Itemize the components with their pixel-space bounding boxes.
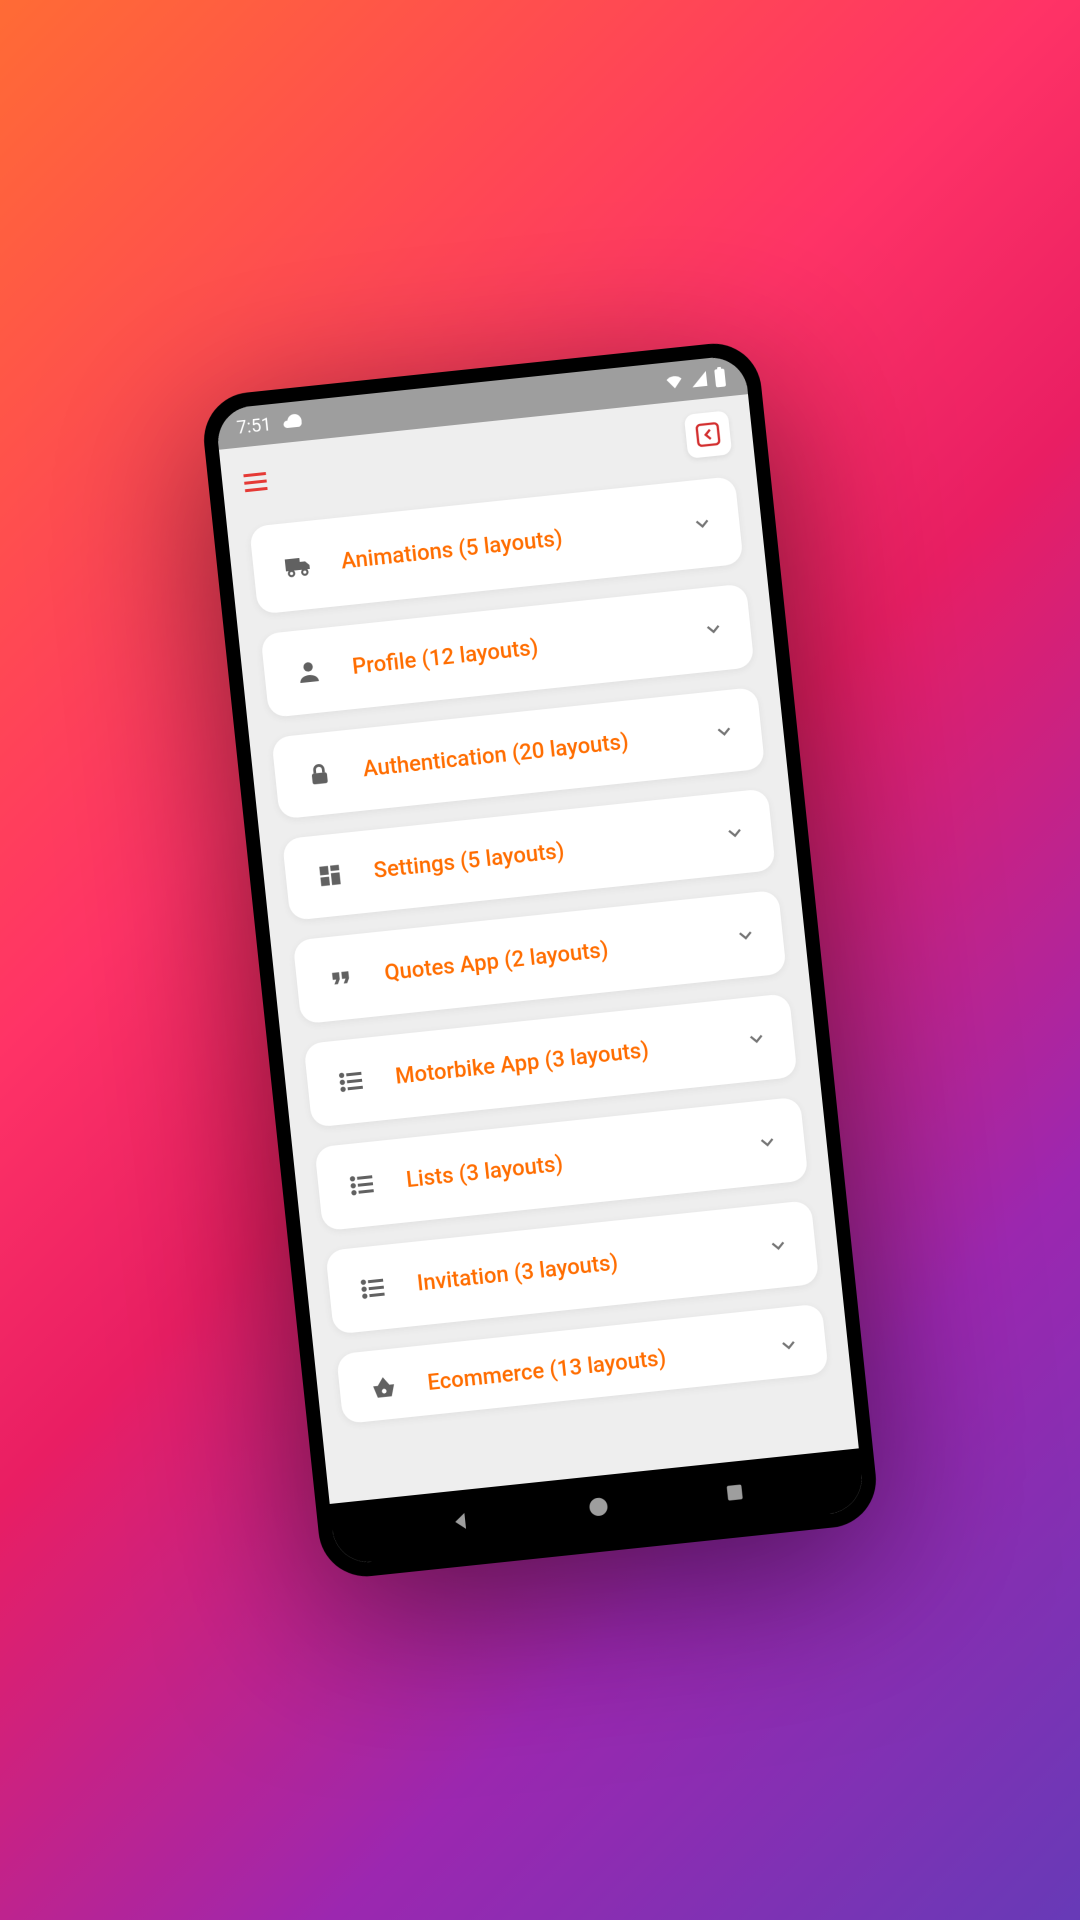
list-icon — [343, 1169, 382, 1201]
menu-item-label: Lists (3 layouts) — [405, 1131, 758, 1193]
phone-screen: 7:51 — [215, 354, 866, 1565]
status-left: 7:51 — [236, 410, 305, 439]
chevron-down-icon — [777, 1333, 801, 1357]
chevron-down-icon — [712, 719, 736, 743]
menu-item-label: Settings (5 layouts) — [372, 822, 725, 884]
menu-item-label: Motorbike App (3 layouts) — [394, 1028, 747, 1090]
lock-icon — [300, 759, 339, 789]
content-list[interactable]: Animations (5 layouts) Profile (12 layou… — [226, 466, 858, 1504]
phone-frame: 7:51 — [199, 339, 880, 1581]
list-icon — [332, 1066, 371, 1098]
truck-icon — [278, 548, 317, 584]
wifi-icon — [663, 371, 685, 393]
app-logo-icon — [693, 419, 724, 450]
chevron-down-icon — [701, 617, 725, 641]
chevron-down-icon — [733, 923, 757, 947]
menu-button[interactable] — [239, 466, 272, 499]
chevron-down-icon — [744, 1027, 768, 1051]
status-right — [663, 366, 727, 392]
menu-item-label: Authentication (20 layouts) — [362, 720, 715, 782]
menu-item-label: Animations (5 layouts) — [340, 512, 693, 574]
chevron-down-icon — [690, 512, 714, 536]
signal-icon — [689, 369, 709, 389]
dashboard-icon — [311, 861, 350, 891]
chevron-down-icon — [723, 821, 747, 845]
chevron-down-icon — [766, 1234, 790, 1258]
background: 7:51 — [0, 0, 1080, 1920]
quote-icon — [321, 962, 360, 994]
basket-icon — [364, 1372, 403, 1404]
appbar-action-button[interactable] — [684, 410, 732, 458]
person-icon — [289, 656, 328, 688]
battery-icon — [713, 366, 727, 387]
nav-home-button[interactable] — [585, 1494, 611, 1520]
list-icon — [354, 1272, 393, 1304]
menu-item-label: Profile (12 layouts) — [351, 618, 704, 680]
nav-recent-button[interactable] — [723, 1480, 747, 1504]
cloud-icon — [280, 410, 304, 434]
nav-back-button[interactable] — [448, 1508, 474, 1534]
menu-item-label: Ecommerce (13 layouts) — [426, 1334, 779, 1396]
menu-item-label: Invitation (3 layouts) — [416, 1234, 769, 1296]
phone-mockup: 7:51 — [199, 339, 880, 1581]
status-time: 7:51 — [236, 414, 273, 439]
chevron-down-icon — [755, 1130, 779, 1154]
menu-item-label: Quotes App (2 layouts) — [383, 924, 736, 986]
